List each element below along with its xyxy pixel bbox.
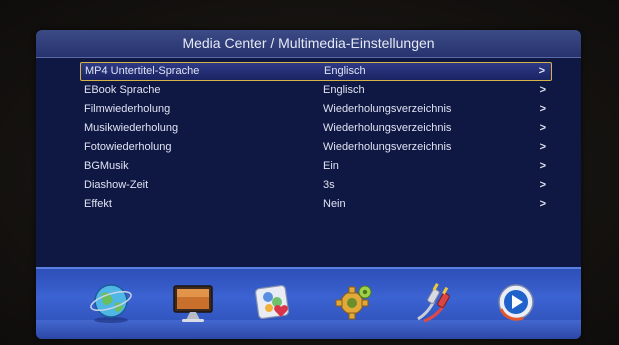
setting-row-mp4-subtitle-language[interactable]: MP4 Untertitel-Sprache Englisch > — [80, 62, 552, 81]
setting-value: Englisch — [324, 65, 366, 77]
setting-label: MP4 Untertitel-Sprache — [85, 65, 200, 77]
setting-label: Diashow-Zeit — [84, 179, 149, 191]
globe-icon[interactable] — [88, 279, 134, 325]
monitor-icon[interactable] — [170, 279, 216, 325]
setting-value: Wiederholungsverzeichnis — [323, 122, 452, 134]
setting-row-effect[interactable]: Effekt Nein > — [80, 195, 552, 214]
cables-icon[interactable] — [412, 279, 458, 325]
play-icon[interactable] — [493, 279, 539, 325]
chevron-right-icon: > — [539, 160, 546, 172]
settings-list: MP4 Untertitel-Sprache Englisch > EBook … — [80, 62, 552, 214]
chevron-right-icon: > — [539, 84, 546, 96]
chevron-right-icon: > — [539, 103, 546, 115]
setting-row-music-repeat[interactable]: Musikwiederholung Wiederholungsverzeichn… — [80, 119, 552, 138]
chevron-right-icon: > — [539, 141, 546, 153]
chevron-right-icon: > — [539, 179, 546, 191]
chevron-right-icon: > — [539, 122, 546, 134]
setting-value: 3s — [323, 179, 335, 191]
setting-value: Wiederholungsverzeichnis — [323, 103, 452, 115]
setting-value: Englisch — [323, 84, 365, 96]
settings-gear-icon[interactable] — [332, 279, 378, 325]
setting-label: Fotowiederholung — [84, 141, 172, 153]
setting-label: Filmwiederholung — [84, 103, 171, 115]
setting-value: Nein — [323, 198, 346, 210]
title-bar: Media Center / Multimedia-Einstellungen — [36, 30, 581, 58]
setting-row-movie-repeat[interactable]: Filmwiederholung Wiederholungsverzeichni… — [80, 100, 552, 119]
setting-row-slideshow-time[interactable]: Diashow-Zeit 3s > — [80, 176, 552, 195]
setting-label: Musikwiederholung — [84, 122, 179, 134]
setting-row-photo-repeat[interactable]: Fotowiederholung Wiederholungsverzeichni… — [80, 138, 552, 157]
screen: Media Center / Multimedia-Einstellungen … — [36, 30, 581, 339]
chevron-right-icon: > — [538, 65, 545, 77]
photos-icon[interactable] — [251, 279, 297, 325]
setting-label: EBook Sprache — [84, 84, 161, 96]
setting-row-ebook-language[interactable]: EBook Sprache Englisch > — [80, 81, 552, 100]
chevron-right-icon: > — [539, 198, 546, 210]
setting-value: Ein — [323, 160, 339, 172]
setting-value: Wiederholungsverzeichnis — [323, 141, 452, 153]
setting-label: BGMusik — [84, 160, 129, 172]
page-title: Media Center / Multimedia-Einstellungen — [182, 35, 435, 51]
setting-label: Effekt — [84, 198, 112, 210]
setting-row-bg-music[interactable]: BGMusik Ein > — [80, 157, 552, 176]
